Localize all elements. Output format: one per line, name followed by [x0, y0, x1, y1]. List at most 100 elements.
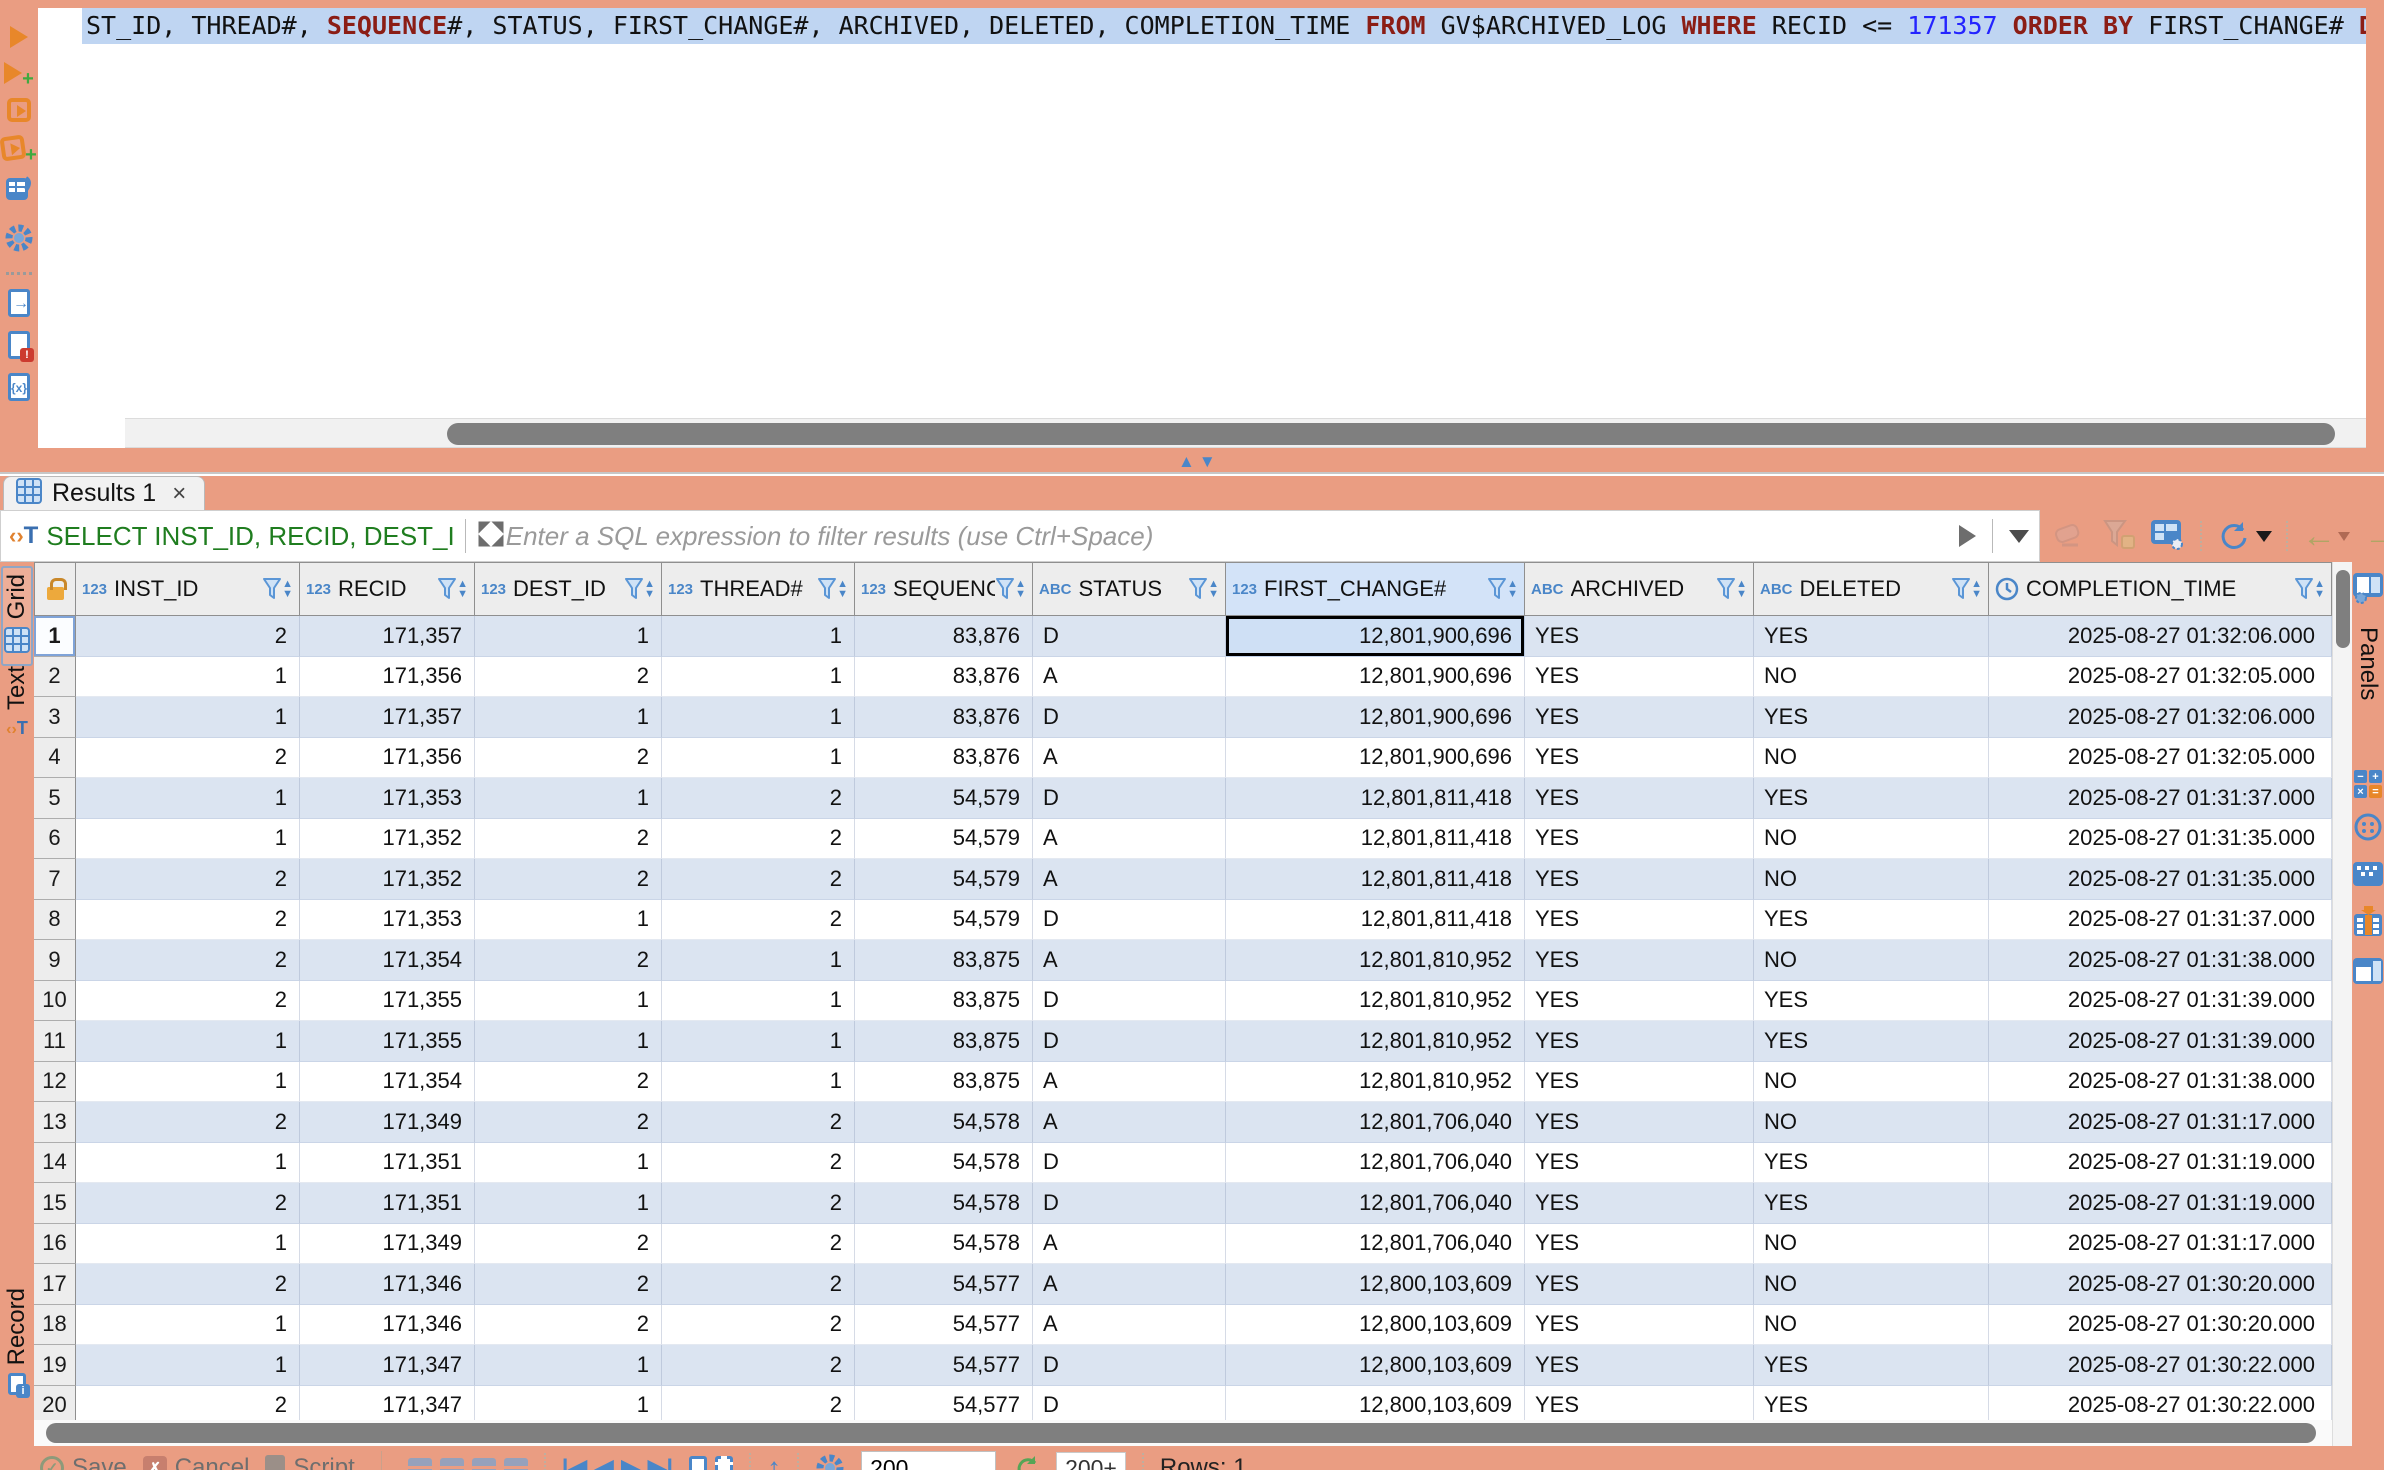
- editor-horizontal-scrollbar[interactable]: [125, 418, 2366, 448]
- next-row-icon[interactable]: ▶: [621, 1454, 639, 1470]
- refresh-icon[interactable]: [2216, 520, 2272, 552]
- column-header-deleted[interactable]: ABCDELETED▲▼: [1754, 562, 1989, 616]
- cell-completion-time[interactable]: 2025-08-27 01:31:39.000: [1989, 981, 2332, 1022]
- fetch-icons[interactable]: [689, 1456, 733, 1470]
- panels-config-icon[interactable]: [2351, 572, 2384, 609]
- cell-sequence-[interactable]: 54,578: [855, 1224, 1033, 1265]
- cell-dest-id[interactable]: 2: [475, 819, 662, 860]
- cell-inst-id[interactable]: 1: [76, 1345, 300, 1386]
- navigate-up[interactable]: ↑: [767, 1452, 781, 1470]
- explain-plan-icon[interactable]: [4, 174, 34, 209]
- row-number[interactable]: 10: [34, 981, 76, 1022]
- cell-thread-[interactable]: 1: [662, 657, 855, 698]
- cell-status[interactable]: A: [1033, 1062, 1226, 1103]
- cell-archived[interactable]: YES: [1525, 859, 1754, 900]
- cell-first-change-[interactable]: 12,801,810,952: [1226, 981, 1525, 1022]
- cell-dest-id[interactable]: 1: [475, 616, 662, 657]
- cell-inst-id[interactable]: 2: [76, 900, 300, 941]
- cell-first-change-[interactable]: 12,801,811,418: [1226, 900, 1525, 941]
- cell-inst-id[interactable]: 2: [76, 940, 300, 981]
- cell-recid[interactable]: 171,354: [300, 940, 475, 981]
- cell-status[interactable]: D: [1033, 778, 1226, 819]
- cell-archived[interactable]: YES: [1525, 778, 1754, 819]
- cell-dest-id[interactable]: 2: [475, 1102, 662, 1143]
- cell-archived[interactable]: YES: [1525, 940, 1754, 981]
- cell-archived[interactable]: YES: [1525, 1143, 1754, 1184]
- cell-deleted[interactable]: YES: [1754, 697, 1989, 738]
- cell-recid[interactable]: 171,351: [300, 1183, 475, 1224]
- row-number[interactable]: 5: [34, 778, 76, 819]
- cell-thread-[interactable]: 1: [662, 616, 855, 657]
- cell-first-change-[interactable]: 12,801,706,040: [1226, 1183, 1525, 1224]
- cell-thread-[interactable]: 1: [662, 981, 855, 1022]
- apply-filter-icon[interactable]: [1959, 525, 1976, 547]
- previous-arrow-icon[interactable]: ←: [2302, 523, 2350, 549]
- cell-status[interactable]: D: [1033, 1345, 1226, 1386]
- row-number[interactable]: 2: [34, 657, 76, 698]
- column-header-status[interactable]: ABCSTATUS▲▼: [1033, 562, 1226, 616]
- cell-thread-[interactable]: 1: [662, 1062, 855, 1103]
- cell-deleted[interactable]: YES: [1754, 900, 1989, 941]
- cell-completion-time[interactable]: 2025-08-27 01:31:35.000: [1989, 819, 2332, 860]
- scrollbar-thumb[interactable]: [447, 423, 2335, 445]
- cell-dest-id[interactable]: 1: [475, 697, 662, 738]
- cell-inst-id[interactable]: 2: [76, 859, 300, 900]
- sort-arrows-icon[interactable]: ▲▼: [1971, 579, 1982, 599]
- cell-first-change-[interactable]: 12,801,811,418: [1226, 819, 1525, 860]
- cell-sequence-[interactable]: 54,578: [855, 1183, 1033, 1224]
- cell-archived[interactable]: YES: [1525, 1305, 1754, 1346]
- cell-thread-[interactable]: 2: [662, 1305, 855, 1346]
- cell-deleted[interactable]: YES: [1754, 1183, 1989, 1224]
- row-number[interactable]: 13: [34, 1102, 76, 1143]
- cell-inst-id[interactable]: 1: [76, 657, 300, 698]
- cell-archived[interactable]: YES: [1525, 657, 1754, 698]
- cell-thread-[interactable]: 2: [662, 1102, 855, 1143]
- cell-status[interactable]: A: [1033, 859, 1226, 900]
- cell-deleted[interactable]: YES: [1754, 1143, 1989, 1184]
- cell-inst-id[interactable]: 2: [76, 616, 300, 657]
- previous-row-icon[interactable]: ◀: [595, 1454, 613, 1470]
- save-filter-icon[interactable]: [2102, 518, 2136, 555]
- cell-sequence-[interactable]: 54,579: [855, 819, 1033, 860]
- cell-dest-id[interactable]: 1: [475, 900, 662, 941]
- sort-arrows-icon[interactable]: ▲▼: [837, 579, 848, 599]
- cell-first-change-[interactable]: 12,800,103,609: [1226, 1305, 1525, 1346]
- execute-script-icon[interactable]: [7, 98, 31, 122]
- cell-completion-time[interactable]: 2025-08-27 01:30:20.000: [1989, 1305, 2332, 1346]
- metadata-icon[interactable]: [2352, 861, 2384, 892]
- row-number[interactable]: 15: [34, 1183, 76, 1224]
- cell-archived[interactable]: YES: [1525, 1021, 1754, 1062]
- cell-deleted[interactable]: YES: [1754, 616, 1989, 657]
- column-header-first-change-[interactable]: 123FIRST_CHANGE#▲▼: [1226, 562, 1525, 616]
- grid-settings-icon[interactable]: [815, 1453, 845, 1470]
- filter-funnel-icon[interactable]: [995, 577, 1015, 601]
- cell-sequence-[interactable]: 83,876: [855, 616, 1033, 657]
- row-number[interactable]: 12: [34, 1062, 76, 1103]
- results-grid[interactable]: 123INST_ID▲▼123RECID▲▼123DEST_ID▲▼123THR…: [34, 562, 2332, 1416]
- cell-dest-id[interactable]: 1: [475, 1183, 662, 1224]
- save-button[interactable]: ✓Save: [40, 1454, 127, 1470]
- filter-funnel-icon[interactable]: [624, 577, 644, 601]
- cell-deleted[interactable]: NO: [1754, 940, 1989, 981]
- filter-input-placeholder[interactable]: Enter a SQL expression to filter results…: [506, 521, 1959, 552]
- row-number[interactable]: 3: [34, 697, 76, 738]
- filter-funnel-icon[interactable]: [1716, 577, 1736, 601]
- cell-deleted[interactable]: NO: [1754, 1062, 1989, 1103]
- cell-archived[interactable]: YES: [1525, 900, 1754, 941]
- cell-first-change-[interactable]: 12,801,900,696: [1226, 657, 1525, 698]
- sort-arrows-icon[interactable]: ▲▼: [1208, 579, 1219, 599]
- cell-deleted[interactable]: NO: [1754, 1102, 1989, 1143]
- cell-recid[interactable]: 171,355: [300, 1021, 475, 1062]
- cell-archived[interactable]: YES: [1525, 616, 1754, 657]
- cell-dest-id[interactable]: 1: [475, 1143, 662, 1184]
- cell-inst-id[interactable]: 1: [76, 1224, 300, 1265]
- calculator-icon[interactable]: −+×=: [2354, 770, 2382, 798]
- cell-thread-[interactable]: 2: [662, 1143, 855, 1184]
- cell-archived[interactable]: YES: [1525, 819, 1754, 860]
- cell-archived[interactable]: YES: [1525, 981, 1754, 1022]
- cell-inst-id[interactable]: 2: [76, 1264, 300, 1305]
- cell-deleted[interactable]: NO: [1754, 657, 1989, 698]
- sort-arrows-icon[interactable]: ▲▼: [1736, 579, 1747, 599]
- cell-first-change-[interactable]: 12,801,706,040: [1226, 1143, 1525, 1184]
- cell-dest-id[interactable]: 2: [475, 859, 662, 900]
